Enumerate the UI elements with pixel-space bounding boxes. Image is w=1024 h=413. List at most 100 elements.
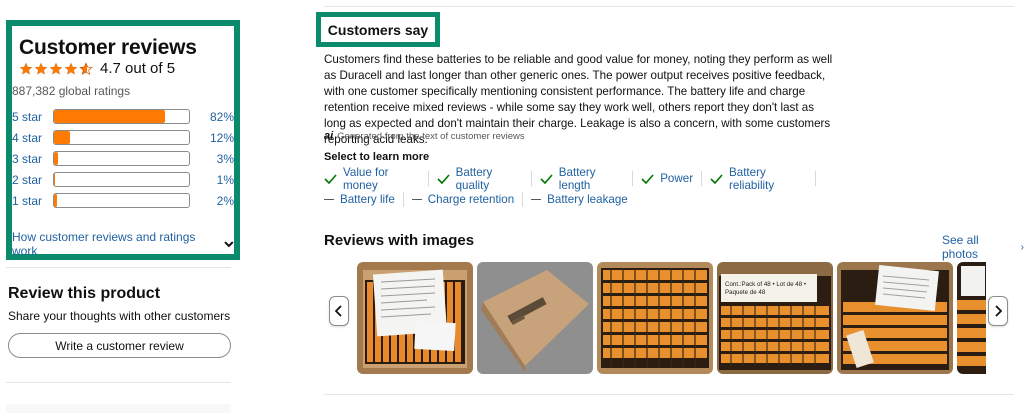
separator <box>815 171 817 186</box>
histogram-row-2[interactable]: 2 star 1% <box>12 169 234 190</box>
checkmark-icon <box>324 173 337 184</box>
separator <box>701 171 703 186</box>
separator <box>632 171 634 186</box>
aspect-chip[interactable]: Battery leakage <box>531 193 628 206</box>
aspect-label[interactable]: Battery life <box>340 193 395 206</box>
histogram-fill <box>54 131 71 144</box>
star-rating-icon <box>19 61 94 76</box>
aspect-label[interactable]: Charge retention <box>428 193 514 206</box>
thumb-caption-line1: Cont.:Pack of 48 • Lot de 48 • <box>725 281 806 288</box>
histogram-percent[interactable]: 82% <box>190 110 234 124</box>
histogram-row-1[interactable]: 1 star 2% <box>12 190 234 211</box>
thumb-caption-line2: Paquete de 48 <box>725 289 766 296</box>
carousel-next-button[interactable] <box>988 296 1008 326</box>
review-images-carousel: Cont.:Pack of 48 • Lot de 48 • Paquete d… <box>357 262 986 374</box>
dash-icon <box>531 198 542 201</box>
review-product-subtitle: Share your thoughts with other customers <box>8 309 231 323</box>
histogram-fill <box>54 110 165 123</box>
aspect-chip[interactable]: Value for money <box>324 166 420 192</box>
histogram-fill <box>54 152 59 165</box>
separator <box>522 192 524 207</box>
write-review-button[interactable]: Write a customer review <box>8 333 231 358</box>
histogram-row-4[interactable]: 4 star 12% <box>12 127 234 148</box>
rating-histogram: 5 star 82% 4 star 12% 3 star 3% 2 star 1… <box>12 106 234 211</box>
dash-icon <box>411 198 422 201</box>
customer-reviews-panel: Customer reviews 4.7 out of 5 887,382 gl… <box>6 20 240 260</box>
review-image-thumbnail[interactable] <box>357 262 473 374</box>
checkmark-icon <box>540 173 553 184</box>
how-ratings-work-link[interactable]: How customer reviews and ratings work <box>12 230 234 258</box>
histogram-fill <box>54 194 57 207</box>
review-aspects: Value for money Battery quality Battery … <box>324 166 824 210</box>
see-all-photos-label[interactable]: See all photos <box>942 233 1018 261</box>
checkmark-icon <box>710 173 723 184</box>
global-ratings-count: 887,382 global ratings <box>12 84 131 98</box>
histogram-percent[interactable]: 2% <box>190 194 234 208</box>
review-image-thumbnail[interactable] <box>837 262 953 374</box>
aspect-chip[interactable]: Power <box>641 172 693 185</box>
how-ratings-work-label[interactable]: How customer reviews and ratings work <box>12 230 219 258</box>
divider <box>6 382 231 383</box>
aspect-label[interactable]: Battery length <box>559 166 624 192</box>
review-image-thumbnail[interactable] <box>477 262 593 374</box>
histogram-percent[interactable]: 3% <box>190 152 234 166</box>
histogram-label[interactable]: 2 star <box>12 173 46 187</box>
checkmark-icon <box>437 173 450 184</box>
reviews-with-images-title: Reviews with images <box>324 232 475 249</box>
aspect-label[interactable]: Battery quality <box>456 166 523 192</box>
histogram-row-5[interactable]: 5 star 82% <box>12 106 234 127</box>
checkmark-icon <box>641 173 654 184</box>
chevron-down-icon <box>224 240 234 247</box>
review-image-thumbnail[interactable]: Cont.:Pack of 48 • Lot de 48 • Paquete d… <box>717 262 833 374</box>
aspect-chip[interactable]: Battery quality <box>437 166 523 192</box>
aspect-chip[interactable]: Battery length <box>540 166 624 192</box>
positive-aspects-row: Value for money Battery quality Battery … <box>324 166 824 192</box>
histogram-label[interactable]: 3 star <box>12 152 46 166</box>
review-image-thumbnail[interactable] <box>957 262 986 374</box>
histogram-fill <box>54 173 56 186</box>
histogram-label[interactable]: 5 star <box>12 110 46 124</box>
review-product-title: Review this product <box>8 285 161 302</box>
ai-note-text: Generated from the text of customer revi… <box>337 130 525 142</box>
dash-icon <box>324 198 334 201</box>
aspect-chip[interactable]: Battery life <box>324 193 395 206</box>
separator <box>402 192 404 207</box>
histogram-label[interactable]: 1 star <box>12 194 46 208</box>
left-column: Customer reviews 4.7 out of 5 887,382 gl… <box>0 0 240 413</box>
histogram-bar[interactable] <box>53 172 190 187</box>
see-all-photos-link[interactable]: See all photos › <box>942 233 1024 261</box>
divider <box>324 394 1014 395</box>
customer-reviews-title: Customer reviews <box>19 36 197 59</box>
next-section-placeholder <box>6 404 231 413</box>
aspect-label[interactable]: Value for money <box>343 166 420 192</box>
histogram-bar[interactable] <box>53 109 190 124</box>
aspect-chip[interactable]: Charge retention <box>411 193 514 206</box>
ai-icon: ai <box>324 130 334 142</box>
divider <box>324 6 1014 7</box>
mixed-aspects-row: Battery life Charge retention Battery le… <box>324 189 824 210</box>
rating-text: 4.7 out of 5 <box>100 60 176 77</box>
histogram-bar[interactable] <box>53 151 190 166</box>
review-image-thumbnail[interactable] <box>597 262 713 374</box>
aspect-chip[interactable]: Battery reliability <box>710 166 807 192</box>
aspect-label[interactable]: Battery leakage <box>547 193 628 206</box>
histogram-row-3[interactable]: 3 star 3% <box>12 148 234 169</box>
average-rating[interactable]: 4.7 out of 5 <box>19 60 175 77</box>
separator <box>427 171 429 186</box>
aspect-label[interactable]: Battery reliability <box>729 166 807 192</box>
ai-generated-note: ai Generated from the text of customer r… <box>324 130 525 142</box>
histogram-bar[interactable] <box>53 130 190 145</box>
carousel-prev-button[interactable] <box>329 296 349 326</box>
histogram-bar[interactable] <box>53 193 190 208</box>
separator <box>530 171 532 186</box>
chevron-right-icon <box>995 305 1002 317</box>
select-to-learn-label: Select to learn more <box>324 151 430 163</box>
customers-say-heading: Customers say <box>316 12 440 47</box>
histogram-percent[interactable]: 12% <box>190 131 234 145</box>
histogram-label[interactable]: 4 star <box>12 131 46 145</box>
histogram-percent[interactable]: 1% <box>190 173 234 187</box>
aspect-label[interactable]: Power <box>660 172 693 185</box>
chevron-right-icon: › <box>1020 241 1024 253</box>
chevron-left-icon <box>335 305 342 317</box>
divider <box>6 267 231 268</box>
